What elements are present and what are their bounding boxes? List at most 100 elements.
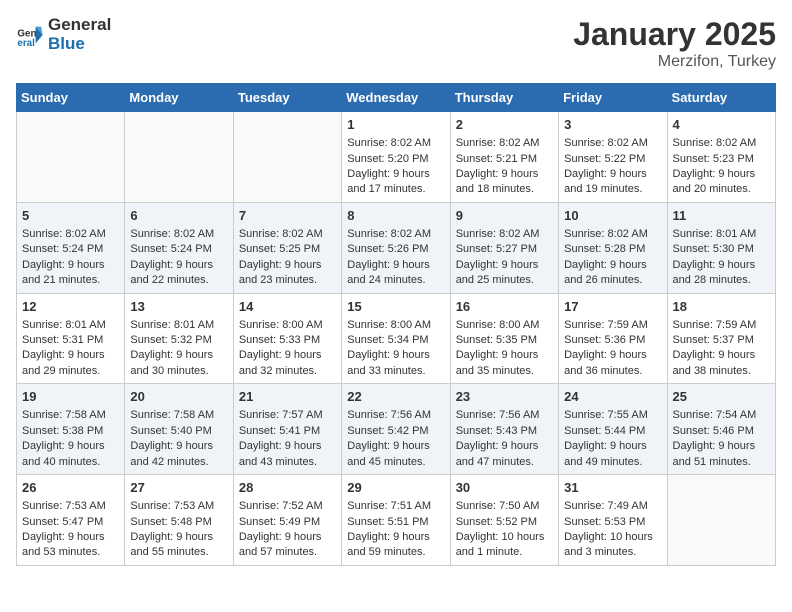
day-detail: Sunset: 5:35 PM	[456, 333, 553, 348]
day-detail: Sunrise: 7:58 AM	[130, 408, 227, 423]
day-detail: Daylight: 9 hours	[239, 439, 336, 454]
calendar-day-20: 20Sunrise: 7:58 AMSunset: 5:40 PMDayligh…	[125, 384, 233, 475]
day-detail: Sunrise: 8:02 AM	[239, 227, 336, 242]
day-number: 2	[456, 116, 553, 134]
day-number: 18	[673, 298, 770, 316]
calendar-week-row: 19Sunrise: 7:58 AMSunset: 5:38 PMDayligh…	[17, 384, 776, 475]
day-detail: Daylight: 9 hours	[22, 439, 119, 454]
day-detail: Daylight: 9 hours	[673, 348, 770, 363]
calendar-day-25: 25Sunrise: 7:54 AMSunset: 5:46 PMDayligh…	[667, 384, 775, 475]
day-detail: Sunrise: 7:57 AM	[239, 408, 336, 423]
day-detail: Sunset: 5:46 PM	[673, 424, 770, 439]
day-detail: Sunrise: 7:49 AM	[564, 499, 661, 514]
month-title: January 2025	[573, 16, 776, 53]
day-detail: Sunrise: 8:01 AM	[673, 227, 770, 242]
day-detail: and 38 minutes.	[673, 364, 770, 379]
day-detail: Daylight: 9 hours	[130, 258, 227, 273]
calendar-empty	[667, 475, 775, 566]
day-detail: Sunset: 5:25 PM	[239, 242, 336, 257]
day-number: 24	[564, 388, 661, 406]
svg-text:eral: eral	[17, 38, 35, 49]
day-detail: Sunset: 5:30 PM	[673, 242, 770, 257]
logo-general-text: General	[48, 16, 111, 35]
day-detail: Sunset: 5:38 PM	[22, 424, 119, 439]
day-detail: Sunrise: 7:58 AM	[22, 408, 119, 423]
day-detail: Sunrise: 8:02 AM	[673, 136, 770, 151]
calendar-day-26: 26 Sunrise: 7:53 AMSunset: 5:47 PMDayligh…	[17, 475, 125, 566]
day-number: 6	[130, 207, 227, 225]
day-detail: Sunset: 5:34 PM	[347, 333, 444, 348]
day-detail: Sunrise: 7:54 AM	[673, 408, 770, 423]
day-detail: Daylight: 9 hours	[22, 530, 119, 545]
day-detail: Sunrise: 8:02 AM	[347, 136, 444, 151]
day-detail: Sunset: 5:20 PM	[347, 152, 444, 167]
day-number: 21	[239, 388, 336, 406]
day-number: 11	[673, 207, 770, 225]
day-detail: Daylight: 9 hours	[130, 348, 227, 363]
calendar-day-14: 14Sunrise: 8:00 AMSunset: 5:33 PMDayligh…	[233, 293, 341, 384]
calendar-day-5: 5Sunrise: 8:02 AMSunset: 5:24 PMDaylight…	[17, 202, 125, 293]
calendar-week-row: 26Sunrise: 7:53 AMSunset: 5:47 PMDayligh…	[17, 475, 776, 566]
day-detail: and 28 minutes.	[673, 273, 770, 288]
day-detail: Sunset: 5:53 PM	[564, 515, 661, 530]
day-detail: Sunset: 5:52 PM	[456, 515, 553, 530]
weekday-header-friday: Friday	[559, 84, 667, 112]
day-detail: and 57 minutes.	[239, 545, 336, 560]
day-detail: and 20 minutes.	[673, 182, 770, 197]
day-number: 27	[130, 479, 227, 497]
page-header: Gen eral General Blue January 2025 Merzi…	[16, 16, 776, 71]
logo-icon: Gen eral	[16, 21, 44, 49]
day-detail: and 55 minutes.	[130, 545, 227, 560]
logo-blue-text: Blue	[48, 35, 111, 54]
day-detail: Sunset: 5:41 PM	[239, 424, 336, 439]
calendar-day-17: 17Sunrise: 7:59 AMSunset: 5:36 PMDayligh…	[559, 293, 667, 384]
calendar-day-27: 27Sunrise: 7:53 AMSunset: 5:48 PMDayligh…	[125, 475, 233, 566]
day-detail: and 33 minutes.	[347, 364, 444, 379]
day-detail: Daylight: 9 hours	[130, 530, 227, 545]
day-detail: Daylight: 9 hours	[347, 530, 444, 545]
day-number: 13	[130, 298, 227, 316]
logo: Gen eral General Blue	[16, 16, 111, 53]
calendar-day-15: 15Sunrise: 8:00 AMSunset: 5:34 PMDayligh…	[342, 293, 450, 384]
day-detail: Daylight: 9 hours	[456, 439, 553, 454]
day-detail: Daylight: 9 hours	[456, 348, 553, 363]
day-number: 4	[673, 116, 770, 134]
title-area: January 2025 Merzifon, Turkey	[573, 16, 776, 71]
day-detail: Sunset: 5:24 PM	[130, 242, 227, 257]
day-detail: and 53 minutes.	[22, 545, 119, 560]
calendar-day-18: 18Sunrise: 7:59 AMSunset: 5:37 PMDayligh…	[667, 293, 775, 384]
calendar-day-24: 24Sunrise: 7:55 AMSunset: 5:44 PMDayligh…	[559, 384, 667, 475]
day-detail: Sunset: 5:24 PM	[22, 242, 119, 257]
calendar-week-row: 5Sunrise: 8:02 AMSunset: 5:24 PMDaylight…	[17, 202, 776, 293]
day-detail: Daylight: 9 hours	[22, 348, 119, 363]
day-detail: Sunrise: 7:59 AM	[673, 318, 770, 333]
day-number: 19	[22, 388, 119, 406]
day-number: 1	[347, 116, 444, 134]
day-detail: Sunrise: 7:51 AM	[347, 499, 444, 514]
calendar-day-8: 8Sunrise: 8:02 AMSunset: 5:26 PMDaylight…	[342, 202, 450, 293]
day-detail: Sunset: 5:26 PM	[347, 242, 444, 257]
location-title: Merzifon, Turkey	[573, 53, 776, 71]
weekday-header-row: SundayMondayTuesdayWednesdayThursdayFrid…	[17, 84, 776, 112]
day-detail: Daylight: 9 hours	[564, 258, 661, 273]
day-number: 26	[22, 479, 119, 497]
calendar-table: SundayMondayTuesdayWednesdayThursdayFrid…	[16, 83, 776, 566]
day-detail: Daylight: 9 hours	[130, 439, 227, 454]
day-detail: Daylight: 10 hours	[456, 530, 553, 545]
day-detail: Daylight: 9 hours	[347, 167, 444, 182]
day-detail: Sunset: 5:23 PM	[673, 152, 770, 167]
weekday-header-saturday: Saturday	[667, 84, 775, 112]
calendar-day-1: 1 Sunrise: 8:02 AMSunset: 5:20 PMDaylight…	[342, 112, 450, 203]
day-detail: Sunrise: 7:53 AM	[22, 499, 119, 514]
weekday-header-sunday: Sunday	[17, 84, 125, 112]
day-detail: Sunrise: 8:00 AM	[239, 318, 336, 333]
calendar-day-13: 13Sunrise: 8:01 AMSunset: 5:32 PMDayligh…	[125, 293, 233, 384]
calendar-day-23: 23Sunrise: 7:56 AMSunset: 5:43 PMDayligh…	[450, 384, 558, 475]
day-detail: Daylight: 9 hours	[347, 258, 444, 273]
day-detail: Sunrise: 8:02 AM	[130, 227, 227, 242]
day-detail: Sunrise: 8:02 AM	[456, 227, 553, 242]
day-detail: and 23 minutes.	[239, 273, 336, 288]
day-detail: Sunset: 5:47 PM	[22, 515, 119, 530]
day-number: 17	[564, 298, 661, 316]
day-detail: Sunset: 5:32 PM	[130, 333, 227, 348]
